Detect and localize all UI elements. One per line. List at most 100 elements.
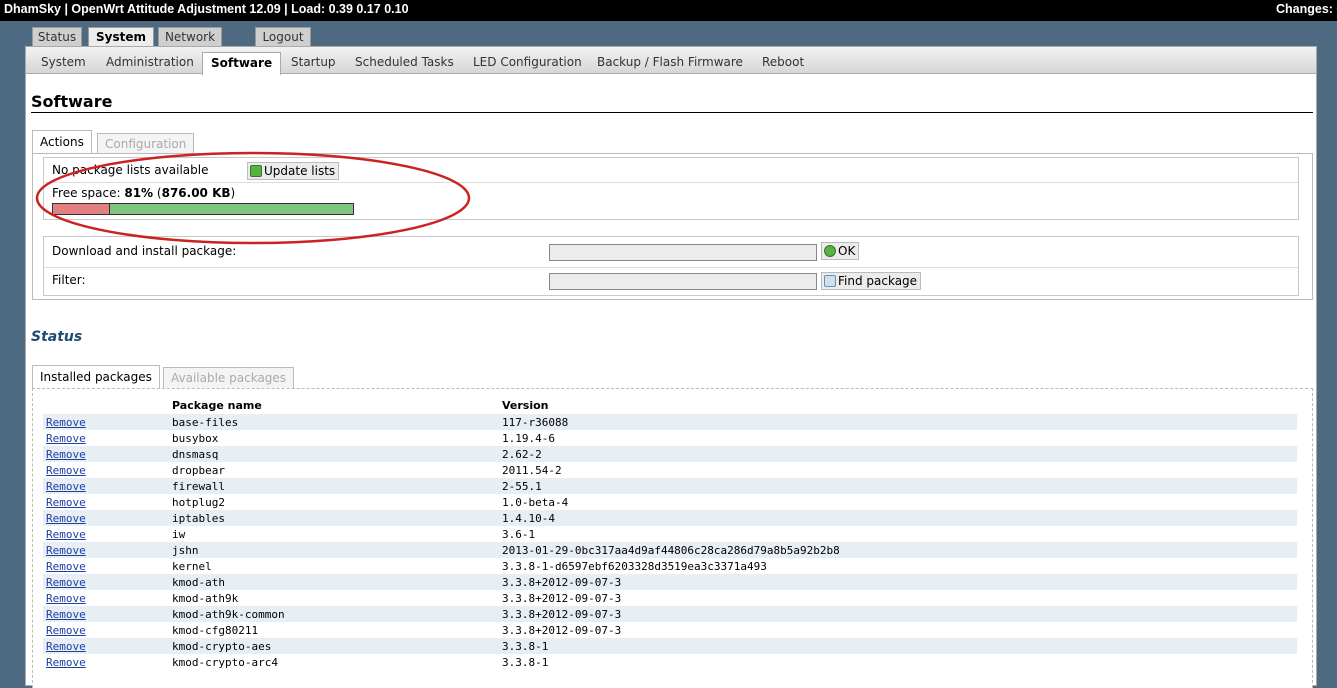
remove-cell: Remove xyxy=(43,622,169,638)
package-lists-box: No package lists available Update lists … xyxy=(43,157,1299,220)
remove-link[interactable]: Remove xyxy=(46,480,86,493)
remove-cell: Remove xyxy=(43,462,169,478)
table-row: Remove iptables 1.4.10-4 xyxy=(43,510,1297,526)
remove-link[interactable]: Remove xyxy=(46,448,86,461)
package-name-cell: hotplug2 xyxy=(169,494,499,510)
download-package-input[interactable] xyxy=(549,244,817,261)
remove-link[interactable]: Remove xyxy=(46,640,86,653)
used-space-segment xyxy=(53,204,110,214)
update-lists-button[interactable]: Update lists xyxy=(247,162,340,180)
package-name-cell: kmod-ath9k-common xyxy=(169,606,499,622)
column-header-action xyxy=(43,396,169,414)
checkmark-icon xyxy=(824,245,836,257)
package-version-cell: 3.6-1 xyxy=(499,526,1297,542)
package-name-cell: busybox xyxy=(169,430,499,446)
package-version-cell: 3.3.8+2012-09-07-3 xyxy=(499,606,1297,622)
table-row: Remove dnsmasq 2.62-2 xyxy=(43,446,1297,462)
remove-cell: Remove xyxy=(43,478,169,494)
subtab-led-configuration[interactable]: LED Configuration xyxy=(473,55,582,69)
remove-link[interactable]: Remove xyxy=(46,656,86,669)
remove-cell: Remove xyxy=(43,526,169,542)
row-divider xyxy=(44,267,1298,268)
subtab-administration[interactable]: Administration xyxy=(106,55,194,69)
page-title: Software xyxy=(31,92,113,111)
package-version-cell: 2011.54-2 xyxy=(499,462,1297,478)
remove-link[interactable]: Remove xyxy=(46,432,86,445)
tab-available-packages[interactable]: Available packages xyxy=(163,367,295,388)
table-row: Remove jshn 2013-01-29-0bc317aa4d9af44806c… xyxy=(43,542,1297,558)
submenu-bar: System Administration Software Startup S… xyxy=(26,47,1316,75)
package-version-cell: 2.62-2 xyxy=(499,446,1297,462)
package-version-cell: 1.19.4-6 xyxy=(499,430,1297,446)
refresh-icon xyxy=(250,165,262,177)
package-name-cell: dnsmasq xyxy=(169,446,499,462)
table-row: Remove firewall 2-55.1 xyxy=(43,478,1297,494)
subtab-software[interactable]: Software xyxy=(202,52,282,75)
remove-cell: Remove xyxy=(43,414,169,430)
table-row: Remove hotplug2 1.0-beta-4 xyxy=(43,494,1297,510)
tab-logout[interactable]: Logout xyxy=(255,27,311,47)
remove-link[interactable]: Remove xyxy=(46,608,86,621)
table-row: Remove iw 3.6-1 xyxy=(43,526,1297,542)
table-row: Remove kernel 3.3.8-1-d6597ebf6203328d3519… xyxy=(43,558,1297,574)
remove-link[interactable]: Remove xyxy=(46,544,86,557)
tab-system[interactable]: System xyxy=(88,27,154,48)
remove-link[interactable]: Remove xyxy=(46,528,86,541)
remove-cell: Remove xyxy=(43,590,169,606)
find-package-label: Find package xyxy=(838,274,918,288)
update-lists-label: Update lists xyxy=(264,164,336,178)
content-panel: System Administration Software Startup S… xyxy=(25,46,1317,688)
table-row: Remove kmod-ath9k 3.3.8+2012-09-07-3 xyxy=(43,590,1297,606)
remove-link[interactable]: Remove xyxy=(46,496,86,509)
table-row: Remove dropbear 2011.54-2 xyxy=(43,462,1297,478)
remove-cell: Remove xyxy=(43,638,169,654)
package-version-cell: 3.3.8-1 xyxy=(499,654,1297,670)
table-row: Remove kmod-cfg80211 3.3.8+2012-09-07-3 xyxy=(43,622,1297,638)
subtab-startup[interactable]: Startup xyxy=(291,55,336,69)
tab-status[interactable]: Status xyxy=(32,27,82,47)
remove-link[interactable]: Remove xyxy=(46,464,86,477)
package-version-cell: 3.3.8+2012-09-07-3 xyxy=(499,622,1297,638)
ok-button[interactable]: OK xyxy=(821,242,860,260)
remove-link[interactable]: Remove xyxy=(46,576,86,589)
remove-link[interactable]: Remove xyxy=(46,416,86,429)
installed-packages-table: Package name Version Remove base-files 117… xyxy=(43,396,1297,670)
search-icon xyxy=(824,275,836,287)
table-row: Remove kmod-ath 3.3.8+2012-09-07-3 xyxy=(43,574,1297,590)
row-divider xyxy=(44,182,1298,183)
package-name-cell: iw xyxy=(169,526,499,542)
package-name-cell: base-files xyxy=(169,414,499,430)
tab-network[interactable]: Network xyxy=(158,27,222,47)
free-space-label: Free space: xyxy=(52,186,121,200)
package-version-cell: 1.4.10-4 xyxy=(499,510,1297,526)
remove-cell: Remove xyxy=(43,606,169,622)
remove-link[interactable]: Remove xyxy=(46,512,86,525)
changes-indicator[interactable]: Changes: 0 xyxy=(1276,2,1337,16)
remove-link[interactable]: Remove xyxy=(46,560,86,573)
subtab-backup-flash[interactable]: Backup / Flash Firmware xyxy=(597,55,743,69)
subtab-scheduled-tasks[interactable]: Scheduled Tasks xyxy=(355,55,454,69)
find-package-button[interactable]: Find package xyxy=(821,272,922,290)
title-divider xyxy=(31,112,1313,113)
status-heading: Status xyxy=(31,329,83,345)
package-version-cell: 117-r36088 xyxy=(499,414,1297,430)
free-space-bar xyxy=(52,203,354,215)
package-name-cell: dropbear xyxy=(169,462,499,478)
remove-link[interactable]: Remove xyxy=(46,624,86,637)
remove-cell: Remove xyxy=(43,558,169,574)
subtab-system[interactable]: System xyxy=(41,55,86,69)
remove-cell: Remove xyxy=(43,446,169,462)
tab-configuration[interactable]: Configuration xyxy=(97,133,195,154)
table-row: Remove kmod-ath9k-common 3.3.8+2012-09-07-… xyxy=(43,606,1297,622)
package-name-cell: iptables xyxy=(169,510,499,526)
table-row: Remove kmod-crypto-aes 3.3.8-1 xyxy=(43,638,1297,654)
tab-installed-packages[interactable]: Installed packages xyxy=(32,365,160,389)
remove-link[interactable]: Remove xyxy=(46,592,86,605)
remove-cell: Remove xyxy=(43,574,169,590)
router-title: DhamSky | OpenWrt Attitude Adjustment 12… xyxy=(4,2,409,16)
package-name-cell: kmod-crypto-arc4 xyxy=(169,654,499,670)
remove-cell: Remove xyxy=(43,654,169,670)
filter-input[interactable] xyxy=(549,273,817,290)
subtab-reboot[interactable]: Reboot xyxy=(762,55,804,69)
tab-actions[interactable]: Actions xyxy=(32,130,92,154)
